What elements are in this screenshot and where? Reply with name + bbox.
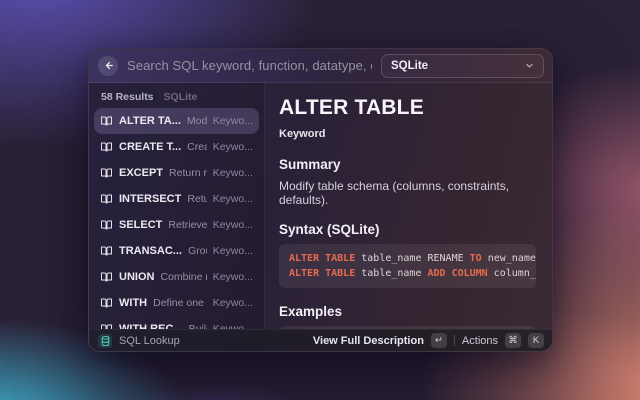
- search-input[interactable]: Search SQL keyword, function, datatype, …: [127, 58, 372, 73]
- book-open-icon: [100, 271, 113, 283]
- result-title: EXCEPT: [119, 167, 163, 179]
- book-open-icon: [100, 193, 113, 205]
- result-subtitle: Create a...: [187, 141, 207, 153]
- detail-title: ALTER TABLE: [279, 96, 536, 120]
- result-row[interactable]: SELECT Retrieve colu... Keywo...: [94, 212, 259, 238]
- result-type: Keywo...: [213, 219, 253, 231]
- result-row[interactable]: EXCEPT Return rows f... Keywo...: [94, 160, 259, 186]
- result-type: Keywo...: [213, 115, 253, 127]
- results-panel: 58 Results SQLite ALTER TA... Modify ta..…: [89, 83, 265, 329]
- result-title: ALTER TA...: [119, 115, 181, 127]
- result-type: Keywo...: [213, 297, 253, 309]
- result-subtitle: Define one or m...: [153, 297, 207, 309]
- detail-panel: ALTER TABLE Keyword Summary Modify table…: [265, 83, 552, 329]
- result-subtitle: Return rows f...: [169, 167, 207, 179]
- result-row[interactable]: WITH Define one or m... Keywo...: [94, 290, 259, 316]
- code-line: ALTER TABLE table_name ADD COLUMN column…: [289, 266, 526, 281]
- results-count: 58 Results: [101, 91, 154, 103]
- result-row[interactable]: INTERSECT Return ro... Keywo...: [94, 186, 259, 212]
- engine-dropdown[interactable]: SQLite: [381, 54, 544, 78]
- sql-lookup-window: Search SQL keyword, function, datatype, …: [88, 48, 553, 352]
- back-button[interactable]: [98, 56, 118, 76]
- result-subtitle: Retrieve colu...: [168, 219, 206, 231]
- return-key-badge[interactable]: ↵: [431, 333, 447, 348]
- arrow-left-icon: [103, 60, 114, 71]
- k-key-badge[interactable]: K: [528, 333, 544, 348]
- results-header: 58 Results SQLite: [89, 83, 264, 108]
- actions-button[interactable]: Actions: [462, 335, 498, 347]
- book-open-icon: [100, 297, 113, 309]
- result-type: Keywo...: [213, 141, 253, 153]
- result-type: Keywo...: [213, 193, 253, 205]
- chevron-down-icon: [525, 61, 534, 70]
- code-line: ALTER TABLE table_name RENAME TO new_nam…: [289, 251, 526, 266]
- result-title: SELECT: [119, 219, 162, 231]
- bottom-bar-divider: [454, 335, 455, 346]
- summary-heading: Summary: [279, 157, 536, 172]
- result-subtitle: Group st...: [188, 245, 207, 257]
- engine-dropdown-value: SQLite: [391, 60, 525, 72]
- book-open-icon: [100, 219, 113, 231]
- results-engine-label: SQLite: [164, 91, 198, 103]
- bottom-bar-actions: View Full Description ↵ Actions ⌘ K: [313, 333, 544, 348]
- results-list: ALTER TA...Modify ta...Keywo...CREATE T.…: [89, 108, 264, 329]
- result-title: UNION: [119, 271, 154, 283]
- syntax-heading: Syntax (SQLite): [279, 222, 536, 237]
- book-open-icon: [100, 141, 113, 153]
- result-row[interactable]: TRANSAC... Group st... Keywo...: [94, 238, 259, 264]
- result-row[interactable]: UNION Combine resul... Keywo...: [94, 264, 259, 290]
- result-title: WITH: [119, 297, 147, 309]
- result-subtitle: Modify ta...: [187, 115, 207, 127]
- main-content: 58 Results SQLite ALTER TA... Modify ta..…: [89, 83, 552, 329]
- result-title: TRANSAC...: [119, 245, 182, 257]
- syntax-code-block: ALTER TABLE table_name RENAME TO new_nam…: [279, 244, 536, 288]
- book-open-icon: [100, 245, 113, 257]
- result-type: Keywo...: [213, 167, 253, 179]
- result-subtitle: Return ro...: [187, 193, 206, 205]
- database-icon: [98, 334, 112, 348]
- bottom-bar: SQL Lookup View Full Description ↵ Actio…: [89, 329, 552, 351]
- result-title: CREATE T...: [119, 141, 181, 153]
- result-row[interactable]: CREATE T... Create a... Keywo...: [94, 134, 259, 160]
- summary-body: Modify table schema (columns, constraint…: [279, 179, 536, 207]
- result-row[interactable]: ALTER TA... Modify ta... Keywo...: [94, 108, 259, 134]
- book-open-icon: [100, 167, 113, 179]
- view-full-description-button[interactable]: View Full Description: [313, 335, 424, 347]
- detail-type-badge: Keyword: [279, 128, 536, 140]
- result-row[interactable]: WITH REC...Build rec...Keywo...: [94, 316, 259, 329]
- result-type: Keywo...: [213, 271, 253, 283]
- result-subtitle: Combine resul...: [160, 271, 206, 283]
- examples-heading: Examples: [279, 304, 536, 319]
- result-type: Keywo...: [213, 245, 253, 257]
- cmd-key-badge[interactable]: ⌘: [505, 333, 521, 348]
- result-title: INTERSECT: [119, 193, 181, 205]
- book-open-icon: [100, 115, 113, 127]
- search-bar: Search SQL keyword, function, datatype, …: [89, 49, 552, 83]
- app-name: SQL Lookup: [119, 335, 180, 347]
